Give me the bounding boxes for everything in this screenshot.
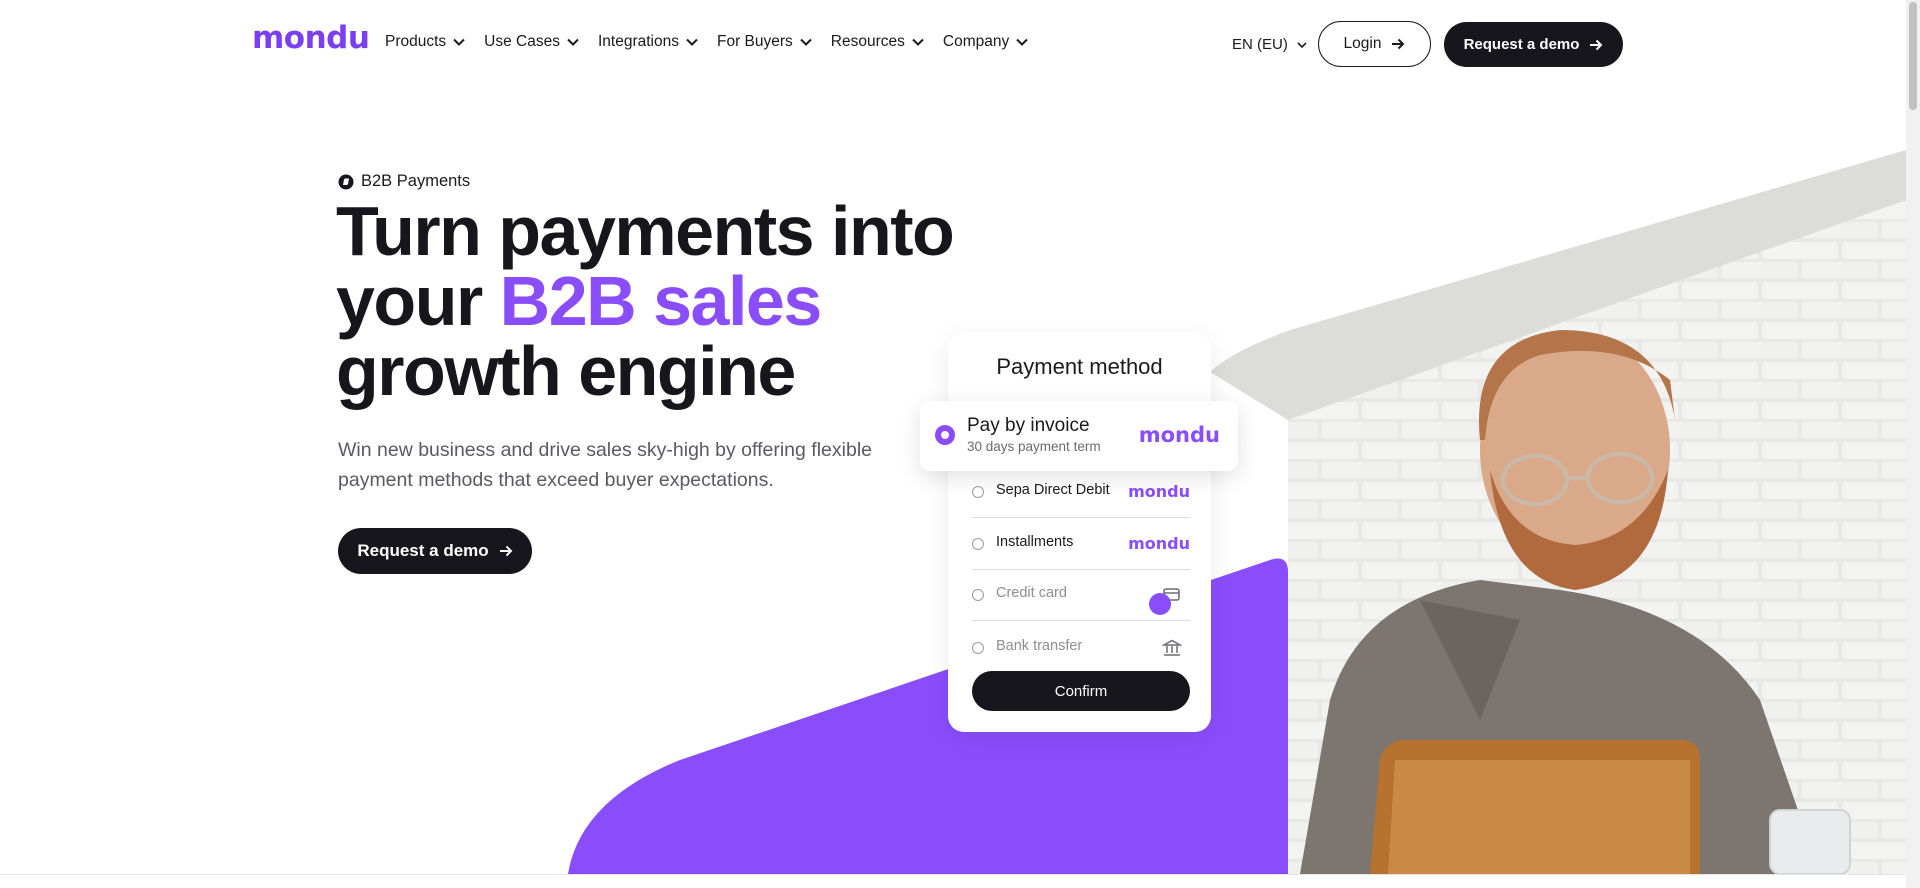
- language-label: EN (EU): [1232, 36, 1288, 53]
- radio-button[interactable]: [972, 589, 984, 601]
- option-pay-by-invoice[interactable]: Pay by invoice 30 days payment term mond…: [920, 401, 1238, 471]
- chevron-down-icon: [567, 38, 579, 46]
- chevron-down-icon: [1016, 38, 1028, 46]
- option-label: Installments: [996, 534, 1074, 550]
- login-button[interactable]: Login: [1318, 21, 1431, 67]
- headline-line3: growth engine: [336, 332, 796, 410]
- confirm-button[interactable]: Confirm: [972, 671, 1190, 711]
- option-brand-logo: mondu: [1128, 482, 1190, 501]
- option-installments[interactable]: Installments mondu: [972, 520, 1190, 570]
- radio-button[interactable]: [972, 486, 984, 498]
- arrow-right-icon: [1392, 38, 1405, 50]
- b2b-payments-icon: [338, 174, 354, 189]
- chevron-down-icon: [800, 38, 812, 46]
- nav-label: Use Cases: [484, 33, 560, 50]
- scrollbar-thumb[interactable]: [1909, 2, 1917, 110]
- page-scrollbar[interactable]: [1906, 0, 1920, 888]
- option-label: Bank transfer: [996, 638, 1083, 654]
- nav-label: For Buyers: [716, 33, 793, 50]
- option-bank-transfer[interactable]: Bank transfer: [972, 624, 1190, 674]
- selected-option-brand-logo: mondu: [1138, 423, 1220, 447]
- nav-resources[interactable]: Resources: [831, 33, 925, 51]
- arrow-right-icon: [499, 545, 513, 557]
- nav-company[interactable]: Company: [943, 33, 1029, 51]
- main-nav: Products Use Cases Integrations For Buye…: [385, 33, 1047, 51]
- arrow-right-icon: [1590, 39, 1603, 50]
- nav-label: Company: [942, 33, 1010, 50]
- nav-label: Integrations: [597, 33, 679, 50]
- site-header: mondu Products Use Cases Integrations Fo…: [0, 0, 1906, 88]
- nav-for-buyers[interactable]: For Buyers: [717, 33, 813, 51]
- bank-icon: [1162, 639, 1182, 656]
- login-label: Login: [1343, 35, 1382, 52]
- payment-method-card: Payment method Sepa Direct Debit mondu I…: [948, 332, 1211, 732]
- mondu-logo[interactable]: mondu: [252, 20, 370, 56]
- chevron-down-icon: [1297, 41, 1307, 48]
- headline-accent: B2B sales: [499, 262, 823, 340]
- payment-card-title: Payment method: [996, 354, 1163, 379]
- option-label: Sepa Direct Debit: [996, 482, 1110, 498]
- radio-selected[interactable]: [935, 425, 955, 445]
- cursor-indicator: [1149, 593, 1171, 615]
- radio-button[interactable]: [972, 538, 984, 550]
- chevron-down-icon: [912, 38, 924, 46]
- option-label: Credit card: [996, 585, 1067, 601]
- section-divider: [0, 874, 1906, 875]
- nav-label: Products: [385, 33, 447, 50]
- chevron-down-icon: [686, 38, 698, 46]
- eyebrow-label: B2B Payments: [361, 172, 471, 190]
- chevron-down-icon: [453, 38, 465, 46]
- selected-option-subtitle: 30 days payment term: [967, 439, 1101, 454]
- headline-line1: Turn payments into: [336, 192, 955, 270]
- request-demo-button[interactable]: Request a demo: [1444, 22, 1623, 67]
- request-demo-label: Request a demo: [1463, 36, 1580, 53]
- headline-line2-prefix: your: [336, 262, 500, 340]
- hero-request-demo-button[interactable]: Request a demo: [338, 528, 532, 574]
- radio-button[interactable]: [972, 642, 984, 654]
- selected-option-title: Pay by invoice: [967, 415, 1090, 436]
- option-sepa-direct-debit[interactable]: Sepa Direct Debit mondu: [972, 468, 1190, 518]
- hero-cta-label: Request a demo: [357, 541, 489, 560]
- nav-label: Resources: [830, 33, 905, 50]
- nav-integrations[interactable]: Integrations: [598, 33, 699, 51]
- nav-use-cases[interactable]: Use Cases: [484, 33, 580, 51]
- hero-subtext: Win new business and drive sales sky-hig…: [338, 439, 872, 491]
- nav-products[interactable]: Products: [385, 33, 466, 51]
- hero-eyebrow: B2B Payments: [338, 172, 470, 191]
- language-selector[interactable]: EN (EU): [1232, 36, 1308, 53]
- option-brand-logo: mondu: [1128, 534, 1190, 553]
- hero-headline: Turn payments into your B2B sales growth…: [336, 196, 955, 406]
